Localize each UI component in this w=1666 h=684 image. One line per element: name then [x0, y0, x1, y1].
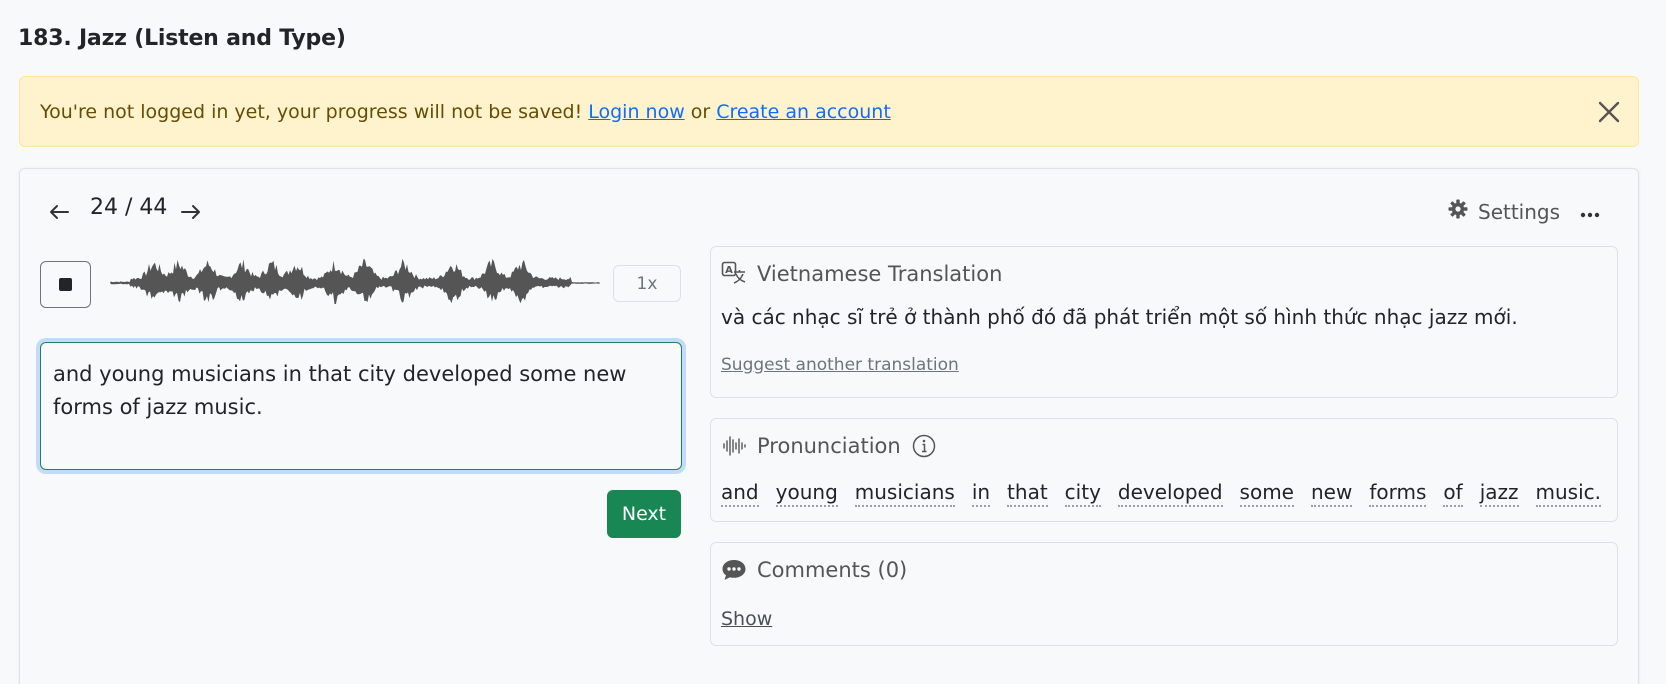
login-alert: You're not logged in yet, your progress …: [19, 76, 1639, 147]
pronunciation-word[interactable]: city: [1064, 479, 1101, 507]
alert-separator: or: [690, 100, 711, 123]
gear-icon: [1448, 199, 1468, 224]
pronunciation-word[interactable]: in: [971, 479, 991, 507]
pronunciation-heading: Pronunciation: [757, 434, 901, 458]
translation-panel: A Vietnamese Translation và các nhạc sĩ …: [710, 246, 1618, 398]
stop-button[interactable]: [40, 261, 91, 308]
info-icon[interactable]: [911, 433, 937, 459]
pronunciation-word[interactable]: and: [721, 479, 759, 507]
alert-message: You're not logged in yet, your progress …: [40, 100, 583, 123]
close-icon[interactable]: [1596, 99, 1622, 125]
stop-icon: [59, 278, 72, 291]
pronunciation-panel: Pronunciation and young musicians in that cit…: [710, 418, 1618, 522]
pronunciation-word[interactable]: new: [1311, 479, 1353, 507]
playback-speed-button[interactable]: 1x: [613, 265, 681, 302]
pronunciation-word[interactable]: that: [1007, 479, 1048, 507]
suggest-translation-link[interactable]: Suggest another translation: [721, 355, 959, 375]
settings-button[interactable]: Settings: [1448, 199, 1560, 224]
svg-text:A: A: [725, 265, 733, 276]
audio-waveform[interactable]: [110, 245, 600, 321]
settings-label: Settings: [1478, 199, 1561, 224]
comments-panel: Comments (0) Show: [710, 542, 1618, 646]
answer-input[interactable]: [40, 342, 682, 470]
pronunciation-words: and young musicians in that city developed some…: [721, 479, 1618, 507]
show-comments-link[interactable]: Show: [721, 608, 772, 630]
translation-heading: Vietnamese Translation: [757, 262, 1003, 286]
pronunciation-word[interactable]: music.: [1535, 479, 1601, 507]
next-button[interactable]: Next: [607, 490, 681, 538]
pronunciation-word[interactable]: young: [775, 479, 838, 507]
comments-heading: Comments (0): [757, 558, 908, 582]
pronunciation-word[interactable]: developed: [1117, 479, 1223, 507]
pronunciation-word[interactable]: of: [1443, 479, 1463, 507]
pronunciation-word[interactable]: musicians: [854, 479, 955, 507]
translate-icon: A: [721, 261, 747, 287]
ellipsis-icon[interactable]: [1580, 199, 1600, 223]
soundwave-icon: [721, 433, 747, 459]
arrow-right-icon[interactable]: [176, 197, 206, 227]
page-title: 183. Jazz (Listen and Type): [18, 26, 346, 51]
arrow-left-icon[interactable]: [44, 197, 74, 227]
pronunciation-word[interactable]: forms: [1369, 479, 1427, 507]
translation-text: và các nhạc sĩ trẻ ở thành phố đó đã phá…: [721, 305, 1518, 329]
create-account-link[interactable]: Create an account: [716, 101, 891, 123]
chat-icon: [721, 557, 747, 583]
pronunciation-word[interactable]: jazz: [1479, 479, 1519, 507]
sentence-counter: 24 / 44: [90, 195, 168, 220]
login-link[interactable]: Login now: [588, 101, 685, 123]
exercise-card: 24 / 44 Settings 1x and young musicians …: [19, 168, 1639, 684]
pronunciation-word[interactable]: some: [1239, 479, 1294, 507]
